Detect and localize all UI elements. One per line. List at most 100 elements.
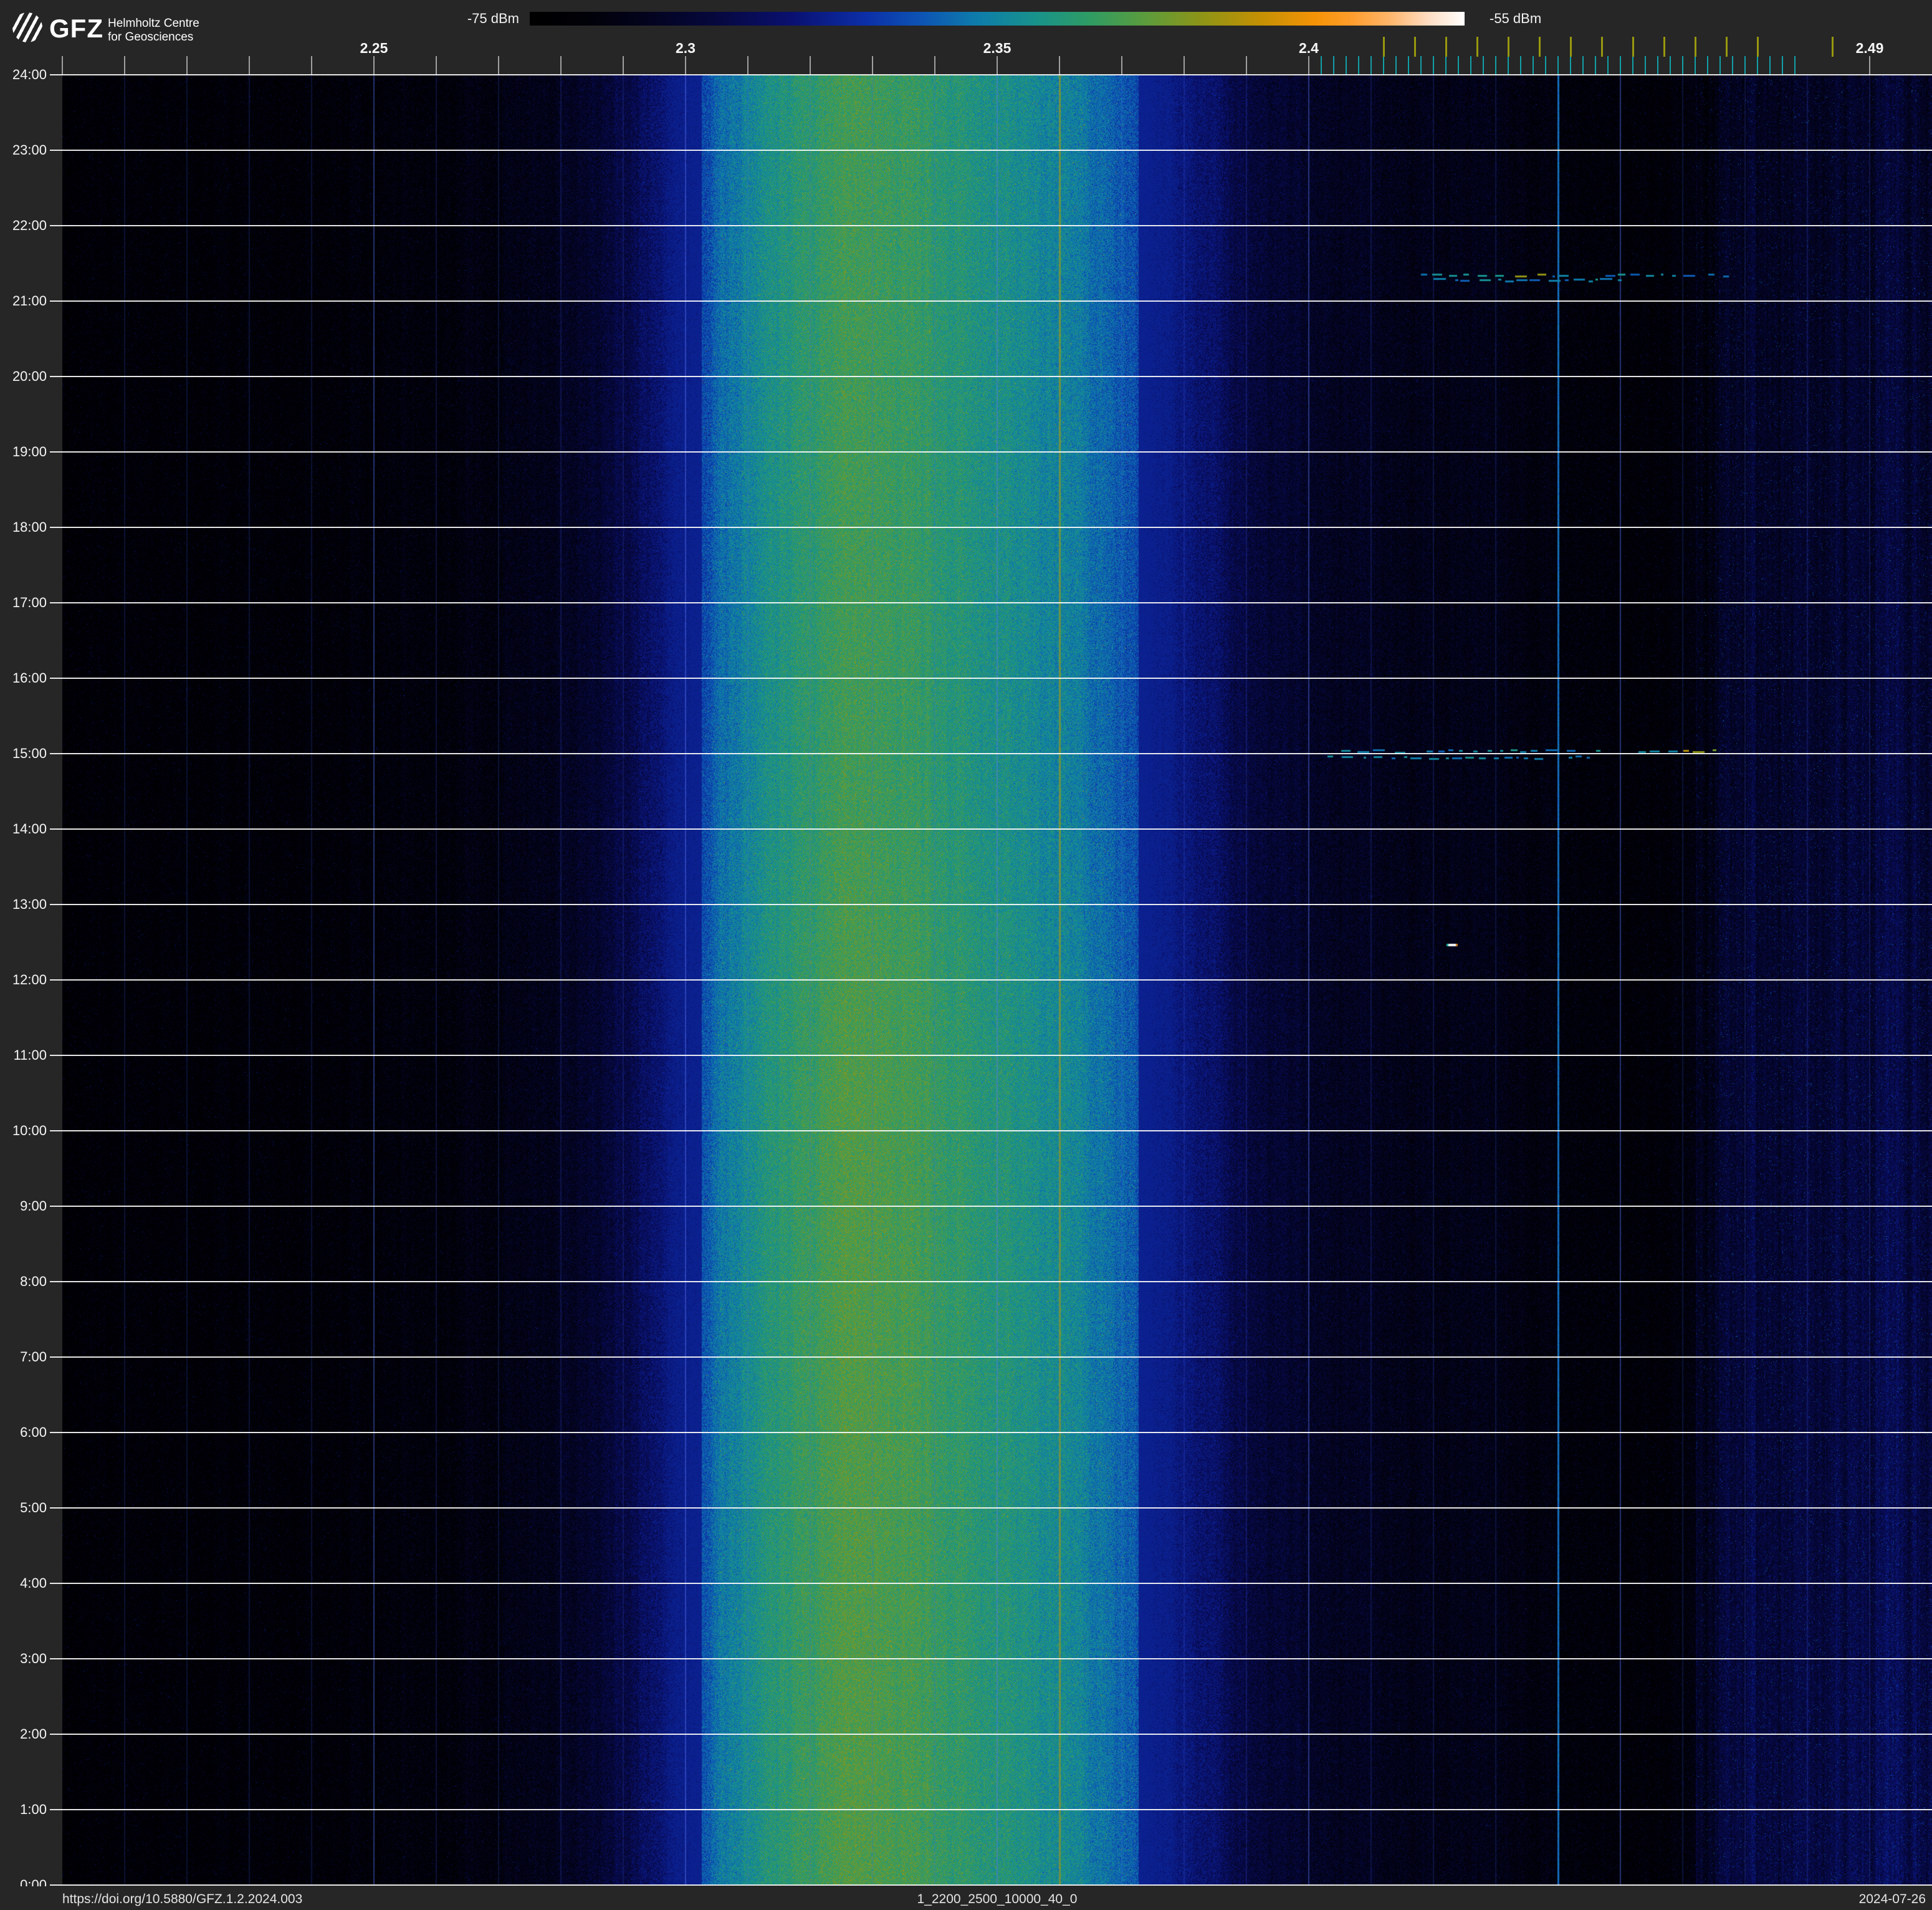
channel-marker-tick [1358, 56, 1359, 75]
hour-gridline [50, 1507, 1932, 1509]
colorbar-min-label: -75 dBm [467, 11, 519, 26]
channel-marker-tick [1582, 56, 1584, 75]
hour-gridline [50, 1055, 1932, 1056]
time-label-1700: 17:00 [12, 595, 47, 610]
channel-marker-tick-major [1726, 37, 1728, 57]
channel-marker-tick [1395, 56, 1397, 75]
channel-marker-tick-major [1383, 37, 1385, 57]
channel-marker-tick [1595, 56, 1596, 75]
channel-marker-tick [1495, 56, 1496, 75]
freq-minor-tick [1059, 56, 1060, 75]
channel-marker-tick [1533, 56, 1534, 75]
channel-marker-tick-major [1570, 37, 1572, 57]
hour-gridline [50, 979, 1932, 981]
channel-marker-tick [1719, 56, 1721, 75]
time-label-800: 8:00 [20, 1274, 47, 1289]
time-label-2100: 21:00 [12, 293, 47, 309]
freq-label-2.35: 2.35 [983, 40, 1011, 56]
channel-marker-tick [1769, 56, 1771, 75]
hour-gridline [50, 376, 1932, 377]
freq-minor-tick [623, 56, 624, 75]
logo-text: GFZ [49, 14, 103, 43]
freq-minor-tick [1184, 56, 1185, 75]
channel-marker-tick [1321, 56, 1322, 75]
freq-minor-tick [1308, 56, 1309, 75]
colorbar-max-label: -55 dBm [1490, 11, 1542, 26]
hour-gridline [50, 1281, 1932, 1282]
footer-bar: https://doi.org/10.5880/GFZ.1.2.2024.003… [0, 1886, 1932, 1910]
freq-minor-tick [1121, 56, 1122, 75]
channel-marker-tick [1433, 56, 1434, 75]
freq-minor-tick [311, 56, 312, 75]
channel-marker-tick [1470, 56, 1471, 75]
channel-marker-tick-major [1508, 37, 1509, 57]
time-label-700: 7:00 [20, 1349, 47, 1365]
channel-marker-tick [1670, 56, 1671, 75]
channel-marker-tick [1757, 56, 1758, 75]
hour-gridline [50, 753, 1932, 754]
time-label-1800: 18:00 [12, 519, 47, 535]
channel-marker-tick [1794, 56, 1796, 75]
channel-marker-tick [1408, 56, 1409, 75]
channel-marker-tick [1508, 56, 1509, 75]
freq-label-2.3: 2.3 [676, 40, 696, 56]
hour-gridline [50, 904, 1932, 905]
time-label-1500: 15:00 [12, 746, 47, 761]
channel-marker-tick [1346, 56, 1347, 75]
date-label: 2024-07-26 [1858, 1892, 1926, 1906]
channel-marker-tick [1645, 56, 1646, 75]
hour-gridline [50, 828, 1932, 830]
logo-subtitle-line1: Helmholtz Centre [108, 17, 199, 30]
freq-minor-tick [810, 56, 811, 75]
channel-marker-tick [1620, 56, 1621, 75]
channel-marker-tick [1420, 56, 1422, 75]
channel-marker-tick [1557, 56, 1559, 75]
channel-marker-tick [1782, 56, 1783, 75]
freq-minor-tick [436, 56, 437, 75]
colorbar-gradient [530, 12, 1465, 26]
channel-marker-tick-major [1757, 37, 1759, 57]
channel-marker-tick [1570, 56, 1571, 75]
freq-minor-tick [560, 56, 562, 75]
hour-gridline [50, 1130, 1932, 1131]
channel-marker-tick [1333, 56, 1334, 75]
channel-marker-tick [1657, 56, 1658, 75]
freq-minor-tick [498, 56, 499, 75]
freq-minor-tick [1869, 56, 1870, 75]
time-label-500: 5:00 [20, 1500, 47, 1515]
gfz-logo-icon [12, 12, 42, 42]
hour-gridline [50, 1884, 1932, 1886]
time-label-2300: 23:00 [12, 142, 47, 158]
time-label-1100: 11:00 [13, 1047, 47, 1063]
time-label-1900: 19:00 [12, 444, 47, 459]
channel-marker-tick [1744, 56, 1746, 75]
time-label-2400: 24:00 [12, 67, 47, 82]
channel-marker-tick [1383, 56, 1384, 75]
channel-marker-tick [1370, 56, 1372, 75]
channel-marker-tick-major [1663, 37, 1665, 57]
freq-minor-tick [249, 56, 250, 75]
channel-marker-tick-major [1832, 37, 1834, 57]
time-label-2000: 20:00 [12, 368, 47, 384]
spectrogram-page: GFZ Helmholtz Centre for Geosciences -75… [0, 0, 1932, 1910]
channel-marker-tick [1445, 56, 1447, 75]
hour-gridline [50, 678, 1932, 679]
channel-marker-tick-major [1695, 37, 1696, 57]
freq-minor-tick [872, 56, 873, 75]
hour-gridline [50, 602, 1932, 603]
time-label-1000: 10:00 [12, 1123, 47, 1138]
time-label-1400: 14:00 [12, 821, 47, 837]
hour-gridline [50, 1658, 1932, 1659]
hour-gridline [50, 1432, 1932, 1433]
channel-marker-tick-major [1601, 37, 1603, 57]
logo-subtitle: Helmholtz Centre for Geosciences [108, 17, 199, 44]
freq-minor-tick [997, 56, 998, 75]
hour-gridline [50, 1356, 1932, 1358]
freq-minor-tick [747, 56, 748, 75]
time-label-100: 1:00 [20, 1802, 47, 1817]
freq-minor-tick [124, 56, 125, 75]
channel-marker-tick-major [1632, 37, 1634, 57]
freq-label-2.4: 2.4 [1299, 40, 1319, 56]
freq-label-2.49: 2.49 [1855, 40, 1884, 56]
logo-subtitle-line2: for Geosciences [108, 31, 194, 44]
